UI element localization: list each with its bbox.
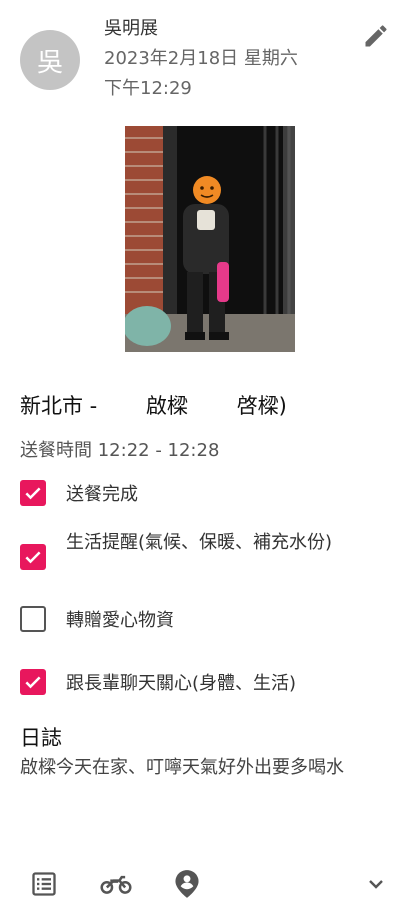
check-icon (25, 551, 41, 564)
list-button[interactable] (28, 868, 60, 900)
task-chat-with-elder[interactable]: 跟長輩聊天關心(身體、生活) (20, 669, 366, 699)
task-donate-supplies[interactable]: 轉贈愛心物資 (20, 606, 366, 636)
log-text: 啟樑今天在家、叮嚀天氣好外出要多喝水 (20, 757, 344, 778)
author-name: 吳明展 (104, 18, 158, 39)
user-location-button[interactable] (171, 868, 203, 900)
location-title: 新北市 - 啟樑 啓樑) (20, 394, 287, 418)
checkbox-checked[interactable] (20, 544, 46, 570)
check-icon (25, 676, 41, 689)
pencil-icon (365, 25, 387, 47)
task-label: 送餐完成 (66, 484, 138, 505)
check-icon (25, 487, 41, 500)
task-delivery-complete[interactable]: 送餐完成 (20, 480, 366, 510)
chevron-down-icon (369, 880, 383, 889)
checkbox-checked[interactable] (20, 480, 46, 506)
task-label: 生活提醒(氣候、保暖、補充水份) (66, 532, 333, 553)
edit-button[interactable] (358, 18, 394, 54)
motorcycle-icon (100, 875, 132, 894)
list-icon (32, 872, 56, 896)
record-date: 2023年2月18日 星期六 (104, 48, 298, 69)
avatar: 吳 (20, 30, 80, 90)
checkbox-checked[interactable] (20, 669, 46, 695)
record-time: 下午12:29 (104, 78, 192, 99)
location-pin-icon (175, 870, 199, 898)
avatar-initial: 吳 (36, 47, 63, 78)
log-title: 日誌 (20, 726, 62, 750)
checkbox-unchecked[interactable] (20, 606, 46, 632)
task-label: 跟長輩聊天關心(身體、生活) (66, 673, 297, 694)
photo-illustration (125, 126, 295, 352)
task-label: 轉贈愛心物資 (66, 610, 174, 631)
motorcycle-button[interactable] (100, 868, 132, 900)
delivery-photo[interactable] (125, 126, 295, 352)
task-life-reminder[interactable]: 生活提醒(氣候、保暖、補充水份) (20, 528, 358, 570)
record-datetime: 2023年2月18日 星期六 下午12:29 (104, 44, 344, 104)
expand-button[interactable] (360, 868, 392, 900)
delivery-time: 送餐時間 12:22 - 12:28 (20, 440, 220, 461)
